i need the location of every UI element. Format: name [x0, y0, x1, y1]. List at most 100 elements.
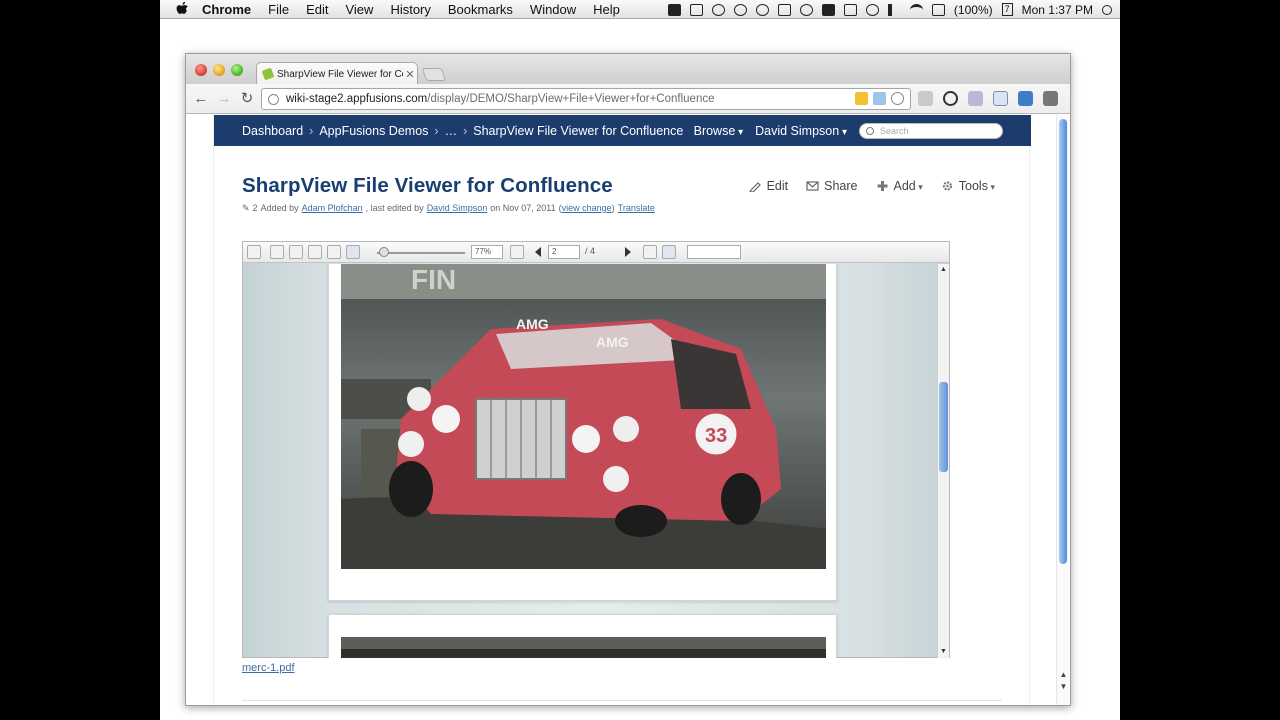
time-machine-icon[interactable]	[865, 3, 879, 16]
menu-history[interactable]: History	[390, 2, 430, 17]
extension-window-icon[interactable]	[993, 91, 1008, 106]
apple-icon[interactable]	[176, 1, 190, 17]
search-input[interactable]: Search	[859, 122, 1003, 139]
gear-icon	[942, 181, 952, 191]
translate-link[interactable]: Translate	[618, 203, 655, 214]
zoom-slider[interactable]	[377, 252, 465, 254]
tab-close-icon[interactable]: ✕	[403, 68, 417, 81]
browser-window: SharpView File Viewer for Co ✕ ← → ↻ wik…	[185, 53, 1071, 706]
window-scroll-thumb[interactable]	[1059, 119, 1067, 564]
svg-text:FIN: FIN	[411, 264, 456, 295]
wrench-icon[interactable]	[1043, 91, 1058, 106]
browser-tab[interactable]: SharpView File Viewer for Co ✕	[256, 62, 418, 85]
window-scroll-up-icon[interactable]: ▲	[1059, 670, 1068, 679]
mac-menu-bar: Chrome File Edit View History Bookmarks …	[160, 0, 1120, 19]
confluence-page: Dashboard › AppFusions Demos › … › Sharp…	[213, 115, 1031, 705]
minimize-window-button[interactable]	[213, 64, 225, 76]
print-icon[interactable]	[247, 245, 261, 259]
search-placeholder: Search	[880, 125, 909, 136]
app-icon[interactable]	[821, 3, 835, 16]
extension-download-icon[interactable]	[1018, 91, 1033, 106]
evernote-icon[interactable]	[689, 3, 703, 16]
added-by-prefix: Added by	[260, 203, 299, 213]
menu-edit[interactable]: Edit	[306, 2, 328, 17]
fit-height-icon[interactable]	[346, 245, 360, 259]
menu-help[interactable]: Help	[593, 2, 620, 17]
menu-bookmarks[interactable]: Bookmarks	[448, 2, 513, 17]
editor-link[interactable]: David Simpson	[427, 203, 488, 214]
zoom-window-button[interactable]	[231, 64, 243, 76]
fullscreen-icon[interactable]	[510, 245, 524, 259]
search-icon	[866, 126, 874, 135]
find-field[interactable]	[687, 245, 741, 259]
monitor-icon[interactable]	[843, 3, 857, 16]
thumbnail-grid-icon[interactable]	[308, 245, 322, 259]
two-page-icon[interactable]	[289, 245, 303, 259]
tools-menu[interactable]: Tools	[941, 179, 995, 193]
chat-icon[interactable]	[755, 3, 769, 16]
display-icon[interactable]	[777, 3, 791, 16]
calendar-icon[interactable]: 7	[1001, 3, 1013, 16]
new-tab-button[interactable]	[421, 68, 447, 81]
menu-window[interactable]: Window	[530, 2, 576, 17]
extension-badge-icon[interactable]	[855, 92, 868, 105]
extension-pen-icon[interactable]	[968, 91, 983, 106]
viewer-scroll-up-icon[interactable]: ▲	[939, 265, 948, 275]
browse-menu[interactable]: Browse	[694, 124, 744, 138]
crumb-ellipsis[interactable]: …	[445, 124, 458, 138]
fit-width-icon[interactable]	[327, 245, 341, 259]
clock[interactable]: Mon 1:37 PM	[1022, 3, 1093, 17]
next-page-icon[interactable]	[625, 247, 631, 257]
previous-page-icon[interactable]	[535, 247, 541, 257]
user-menu[interactable]: David Simpson	[755, 124, 847, 138]
zoom-field[interactable]: 77%	[471, 245, 503, 259]
tools-label: Tools	[959, 179, 995, 193]
spotlight-icon[interactable]	[1102, 4, 1112, 15]
viewer-scroll-down-icon[interactable]: ▼	[939, 647, 948, 657]
sync-icon[interactable]	[799, 3, 813, 16]
menu-view[interactable]: View	[345, 2, 373, 17]
pan-hand-icon[interactable]	[662, 245, 676, 259]
reload-button[interactable]: ↻	[238, 90, 256, 108]
dropbox-icon[interactable]	[733, 3, 747, 16]
page-action-icon[interactable]	[873, 92, 886, 105]
viewer-scroll-thumb[interactable]	[939, 382, 948, 472]
page-number-field[interactable]: 2	[548, 245, 580, 259]
skype-icon[interactable]	[711, 3, 725, 16]
address-bar[interactable]: wiki-stage2.appfusions.com /display/DEMO…	[261, 88, 911, 110]
back-button[interactable]: ←	[192, 90, 210, 108]
attachment-clip-icon: ✎	[242, 203, 250, 213]
menu-chrome[interactable]: Chrome	[202, 2, 251, 17]
edit-button[interactable]: Edit	[748, 179, 788, 193]
battery-icon[interactable]	[931, 3, 945, 16]
attachment-link[interactable]: merc-1.pdf	[242, 662, 295, 674]
crumb-current[interactable]: SharpView File Viewer for Confluence	[473, 124, 683, 138]
text-select-icon[interactable]	[643, 245, 657, 259]
page-viewport: Dashboard › AppFusions Demos › … › Sharp…	[186, 115, 1070, 705]
volume-icon[interactable]	[887, 3, 901, 16]
edit-date: on Nov 07, 2011	[490, 203, 556, 213]
zoom-slider-handle[interactable]	[379, 247, 389, 257]
add-label: Add	[894, 179, 923, 193]
camera-icon[interactable]	[667, 3, 681, 16]
add-menu[interactable]: Add	[876, 179, 923, 193]
forward-button[interactable]: →	[215, 90, 233, 108]
menu-file[interactable]: File	[268, 2, 289, 17]
race-car-photo: FIN 33 AMG AMG	[341, 264, 826, 569]
viewer-scrollbar[interactable]: ▲ ▼	[937, 264, 949, 658]
window-scroll-down-icon[interactable]: ▼	[1059, 682, 1068, 691]
single-page-icon[interactable]	[270, 245, 284, 259]
crumb-dashboard[interactable]: Dashboard	[242, 124, 303, 138]
bookmark-star-icon[interactable]	[891, 92, 904, 105]
confluence-header: Dashboard › AppFusions Demos › … › Sharp…	[214, 115, 1031, 146]
window-scrollbar[interactable]: ▲ ▼	[1056, 115, 1069, 705]
find-search-icon[interactable]	[744, 245, 758, 259]
close-window-button[interactable]	[195, 64, 207, 76]
share-button[interactable]: Share	[806, 179, 858, 193]
view-change-link[interactable]: view change	[562, 203, 612, 213]
extension-sparkle-icon[interactable]	[918, 91, 933, 106]
wifi-icon[interactable]	[909, 3, 923, 16]
author-link[interactable]: Adam Plofchan	[302, 203, 363, 214]
crumb-space[interactable]: AppFusions Demos	[319, 124, 428, 138]
extension-target-icon[interactable]	[943, 91, 958, 106]
